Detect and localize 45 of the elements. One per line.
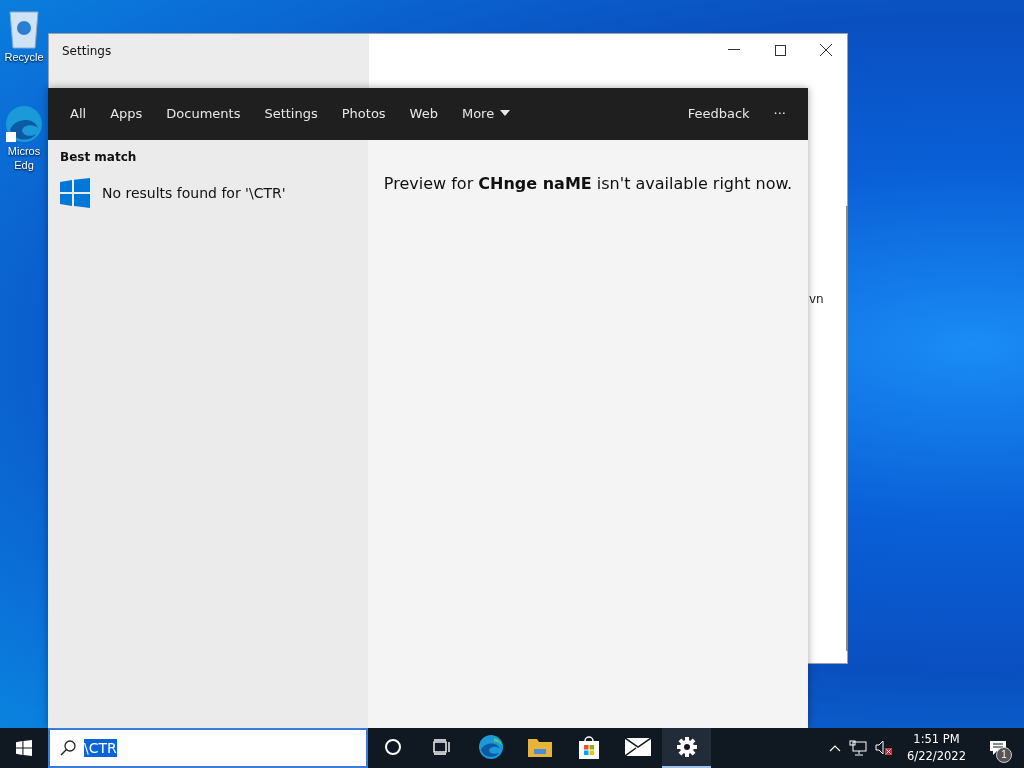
result-text[interactable]: No results found for '\CTR' [102, 185, 286, 201]
scrollbar[interactable] [846, 206, 848, 651]
window-title: Settings [62, 44, 112, 58]
filter-tab[interactable]: Apps [100, 97, 153, 131]
task-view-icon [432, 739, 451, 755]
filter-tab[interactable]: Photos [331, 97, 396, 131]
time-text: 1:51 PM [913, 731, 960, 748]
recycle-bin-icon [6, 8, 42, 50]
caret-icon [500, 110, 511, 116]
filter-tab[interactable]: Web [399, 97, 448, 131]
minimize-icon[interactable] [728, 49, 740, 51]
store-bag-icon [577, 735, 600, 759]
filter-tab[interactable]: Settings [254, 97, 328, 131]
notification-button[interactable]: 1 [980, 728, 1016, 768]
muted-speaker-icon[interactable] [875, 740, 894, 756]
network-icon[interactable] [849, 740, 868, 756]
taskbar-app-button[interactable] [662, 728, 711, 768]
search-icon [60, 740, 76, 756]
search-field[interactable]: \CTR [48, 728, 368, 768]
edge-browser-icon [4, 104, 44, 144]
windows-logo-icon [60, 178, 90, 208]
filter-tab[interactable]: All [60, 97, 97, 131]
date-text: 6/22/2022 [907, 748, 966, 765]
icon-label: Recycle [4, 50, 44, 64]
search-text: \CTR [84, 739, 117, 757]
icon-label: Edg [14, 158, 34, 172]
filter-tab[interactable]: More [451, 97, 521, 131]
icon-label: Micros [7, 144, 41, 158]
feedback-button[interactable]: Feedback [677, 97, 760, 131]
folder-icon [527, 737, 552, 757]
clock[interactable]: 1:51 PM 6/22/2022 [901, 731, 972, 765]
section-heading: Best match [60, 150, 138, 164]
notification-count: 1 [996, 747, 1012, 763]
circle-icon [383, 738, 402, 756]
windows-logo-icon [16, 740, 32, 756]
mail-envelope-icon [624, 738, 651, 756]
gear-icon [676, 737, 697, 757]
more-options-button[interactable]: ··· [763, 97, 796, 131]
maximize-icon[interactable] [774, 44, 786, 56]
edge-browser-icon [477, 734, 504, 760]
filter-tab[interactable]: Documents [156, 97, 251, 131]
chevron-up-icon[interactable] [829, 744, 842, 752]
close-icon[interactable] [820, 44, 832, 56]
clipped-text: vn [809, 292, 824, 306]
preview-message: Preview for CHnge naME isn't available right now. [383, 174, 793, 194]
